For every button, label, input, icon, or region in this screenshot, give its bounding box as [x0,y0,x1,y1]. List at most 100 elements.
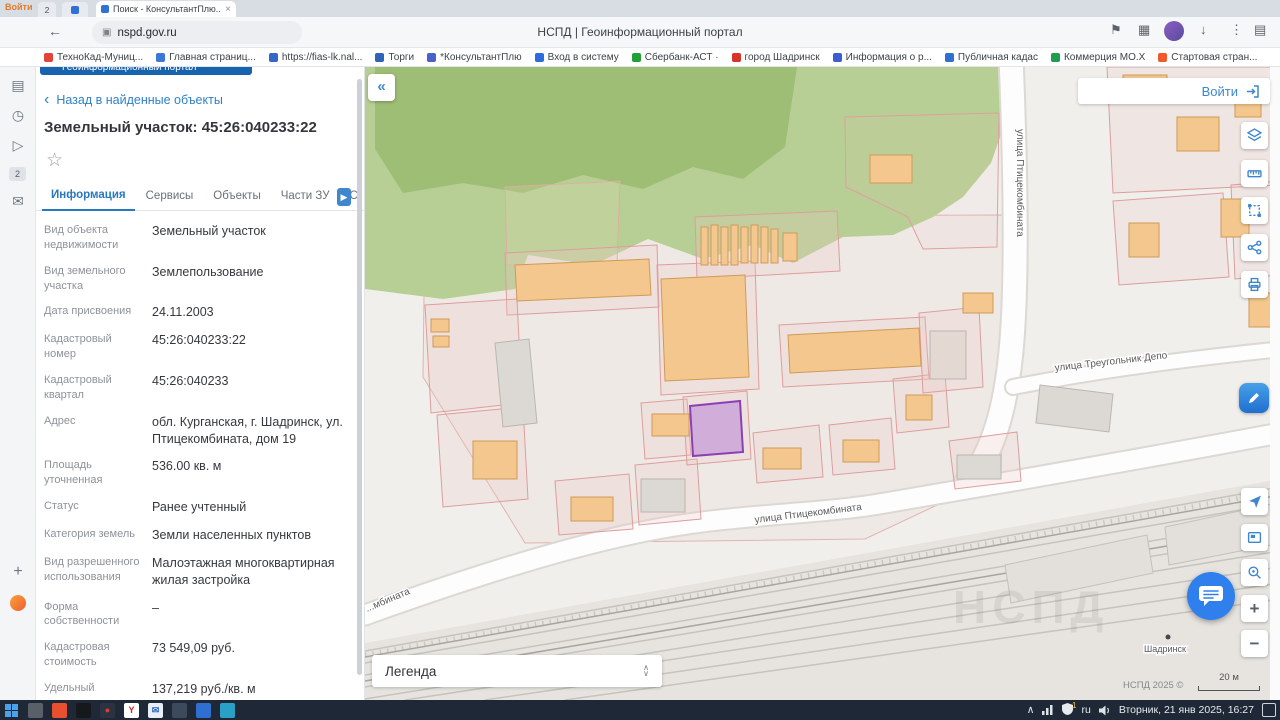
taskbar-app-icon[interactable] [172,703,187,718]
locate-button[interactable] [1241,488,1268,515]
services-icon[interactable] [10,595,26,611]
layers-icon [1247,128,1262,143]
tabs-counter-badge[interactable]: 2 [9,167,26,181]
media-icon[interactable]: ▷ [0,137,36,154]
browser-tab-strip: Войти 2 Поиск - КонсультантПлю... × [0,0,1280,17]
tab-services[interactable]: Сервисы [137,190,203,210]
tab-favicon [101,5,109,13]
bookmark-item[interactable]: Публичная кадас [945,52,1038,63]
share-button[interactable] [1241,234,1268,261]
bookmark-item[interactable]: ТехноКад-Муниц... [44,52,143,63]
bookmark-item[interactable]: Стартовая стран... [1158,52,1257,63]
search-location-icon [1247,565,1262,580]
field-row: Форма собственности– [44,600,352,630]
back-icon[interactable]: ← [48,23,62,39]
field-row: Вид объекта недвижимостиЗемельный участо… [44,223,352,253]
bookmark-item[interactable]: Коммерция МО.Х [1051,52,1145,63]
layers-button[interactable] [1241,122,1268,149]
active-tab-title: Поиск - КонсультантПлю... [113,4,221,14]
tab-objects[interactable]: Объекты [204,190,269,210]
bookmarks-bar: ТехноКад-Муниц... Главная страниц... htt… [0,48,1280,67]
taskbar-app-icon[interactable] [52,703,67,718]
taskbar-app-icon[interactable]: ● [100,703,115,718]
draw-button[interactable] [1239,383,1269,413]
downloads-icon[interactable]: ↓ [1200,22,1207,37]
panels-icon[interactable]: ▤ [0,77,36,94]
tray-expand-icon[interactable]: ∧ [1027,704,1035,716]
zoom-out-button[interactable]: − [1241,630,1268,657]
security-tray-icon[interactable]: 1 [1062,703,1073,718]
site-info-icon[interactable]: ▣ [102,27,111,38]
zoom-in-button[interactable]: + [1241,595,1268,622]
sidebar-toggle-icon[interactable]: ▤ [1254,22,1266,38]
tab-information[interactable]: Информация [42,189,135,211]
bookmark-favicon [535,53,544,62]
browser-side-panel: ▤ ◷ ▷ 2 ✉ + [0,67,36,700]
bookmark-favicon [156,53,165,62]
add-icon[interactable]: + [0,563,36,581]
search-area-button[interactable] [1241,559,1268,586]
active-tab[interactable]: Поиск - КонсультантПлю... × [96,1,236,17]
overview-map-button[interactable] [1241,524,1268,551]
address-bar[interactable]: ▣ nspd.gov.ru [92,21,302,44]
map-canvas[interactable]: НСПД улица Птицекомбината улица Треуголь… [365,67,1280,700]
legend-toggle[interactable]: Легенда ∧∨ [372,655,662,687]
field-row: Кадастровый номер45:26:040233:22 [44,332,352,362]
select-area-icon [1247,203,1262,218]
station-label: Шадринск [1144,644,1186,654]
tab-parts[interactable]: Части ЗУ [272,190,339,210]
panel-tabs: Информация Сервисы Объекты Части ЗУ Сост… [36,185,365,211]
bookmark-item[interactable]: *КонсультантПлю [427,52,522,63]
tabs-scroll-right-button[interactable]: ▶ [337,188,351,206]
taskbar-app-icon[interactable] [220,703,235,718]
favorite-star-icon[interactable]: ☆ [46,149,63,172]
taskbar-app-icon[interactable]: ✉ [148,703,163,718]
select-area-button[interactable] [1241,197,1268,224]
history-icon[interactable]: ◷ [0,107,36,124]
start-button[interactable] [4,703,19,718]
print-button[interactable] [1241,271,1268,298]
bookmark-item[interactable]: Торги [375,52,414,63]
bookmark-item[interactable]: Вход в систему [535,52,619,63]
bookmark-item[interactable]: город Шадринск [732,52,820,63]
bookmark-favicon [632,53,641,62]
taskbar-app-icon[interactable] [196,703,211,718]
login-bar[interactable]: Войти [1078,78,1270,104]
profile-avatar[interactable] [1164,21,1184,41]
bookmark-item[interactable]: Информация о р... [833,52,932,63]
street-label: улица Птицекомбината [1014,129,1026,237]
bookmark-favicon [1051,53,1060,62]
bookmark-favicon [375,53,384,62]
bookmark-item[interactable]: Сбербанк-АСТ · [632,52,719,63]
selected-parcel[interactable] [690,401,743,456]
language-indicator[interactable]: ru [1081,704,1090,716]
extensions-icon[interactable]: ▦ [1138,22,1150,38]
bookmark-favicon [945,53,954,62]
taskbar-app-icon[interactable]: Y [124,703,139,718]
messenger-icon[interactable]: ✉ [0,193,36,210]
bookmark-favicon [732,53,741,62]
menu-icon[interactable]: ⋮ [1230,22,1243,38]
shield-badge: 1 [1072,701,1076,710]
panel-scrollbar[interactable] [357,79,362,675]
notification-center-icon[interactable] [1262,703,1276,717]
tab-counter-badge[interactable]: 2 [38,2,56,17]
ruler-button[interactable] [1241,160,1268,187]
network-icon[interactable] [1042,705,1054,715]
bookmark-item[interactable]: https://fias-lk.nal... [269,52,363,63]
tab-close-icon[interactable]: × [225,4,231,15]
pinned-tab-login[interactable]: Войти [5,2,32,12]
taskbar-app-icon[interactable] [76,703,91,718]
login-button-label: Войти [1202,84,1238,99]
bookmark-item[interactable]: Главная страниц... [156,52,256,63]
login-exit-icon [1245,84,1260,99]
page-title: Земельный участок: 45:26:040233:22 [44,119,317,136]
collapse-panel-button[interactable]: « [368,74,395,101]
chat-button[interactable] [1187,572,1235,620]
taskbar-app-icon[interactable] [28,703,43,718]
speaker-icon[interactable] [1099,705,1111,716]
pinned-tab[interactable] [62,2,88,17]
taskbar-clock[interactable]: Вторник, 21 янв 2025, 16:27 [1119,704,1254,716]
back-link[interactable]: ‹Назад в найденные объекты [44,93,223,107]
bookmark-flag-icon[interactable]: ⚑ [1110,22,1122,38]
